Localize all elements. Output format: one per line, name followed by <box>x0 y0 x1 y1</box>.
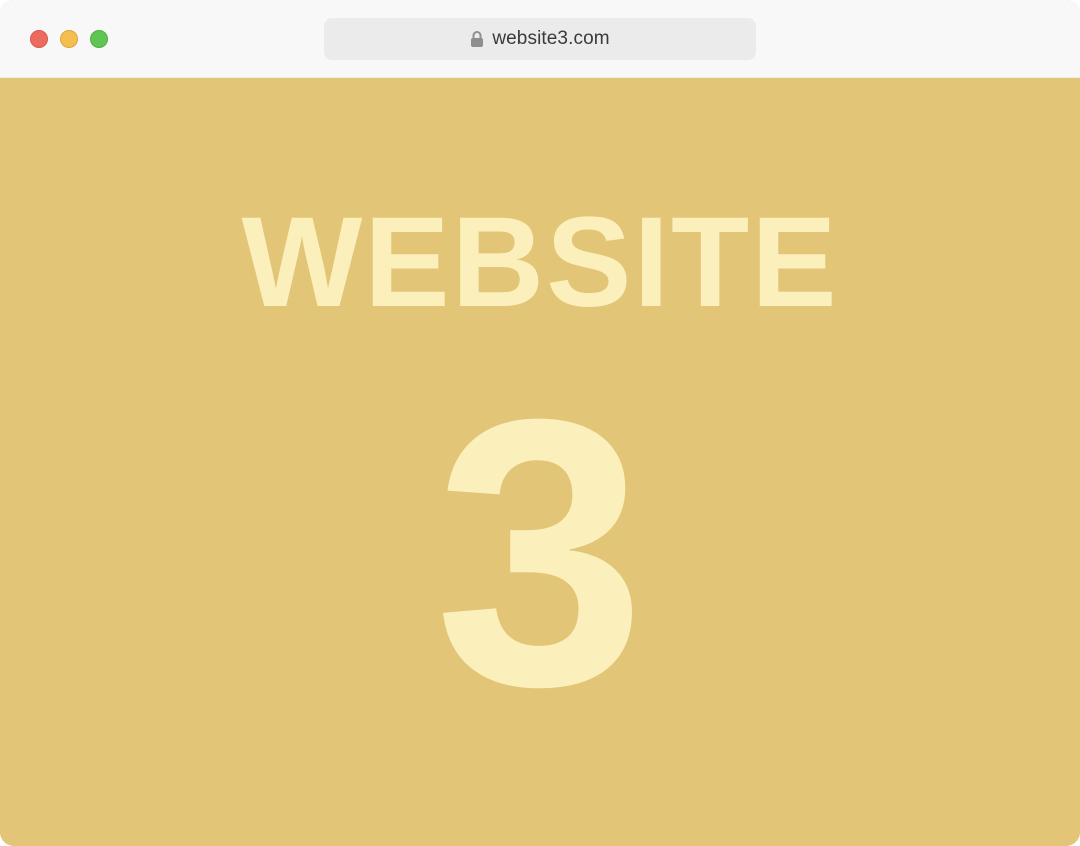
maximize-window-button[interactable] <box>90 30 108 48</box>
url-text: website3.com <box>492 28 610 49</box>
page-headline: WEBSITE <box>241 191 839 334</box>
browser-window: website3.com WEBSITE 3 <box>0 0 1080 846</box>
close-window-button[interactable] <box>30 30 48 48</box>
lock-icon <box>470 30 484 48</box>
address-bar[interactable]: website3.com <box>324 18 756 60</box>
page-content: WEBSITE 3 <box>0 78 1080 846</box>
title-bar: website3.com <box>0 0 1080 78</box>
page-number: 3 <box>434 340 646 765</box>
minimize-window-button[interactable] <box>60 30 78 48</box>
